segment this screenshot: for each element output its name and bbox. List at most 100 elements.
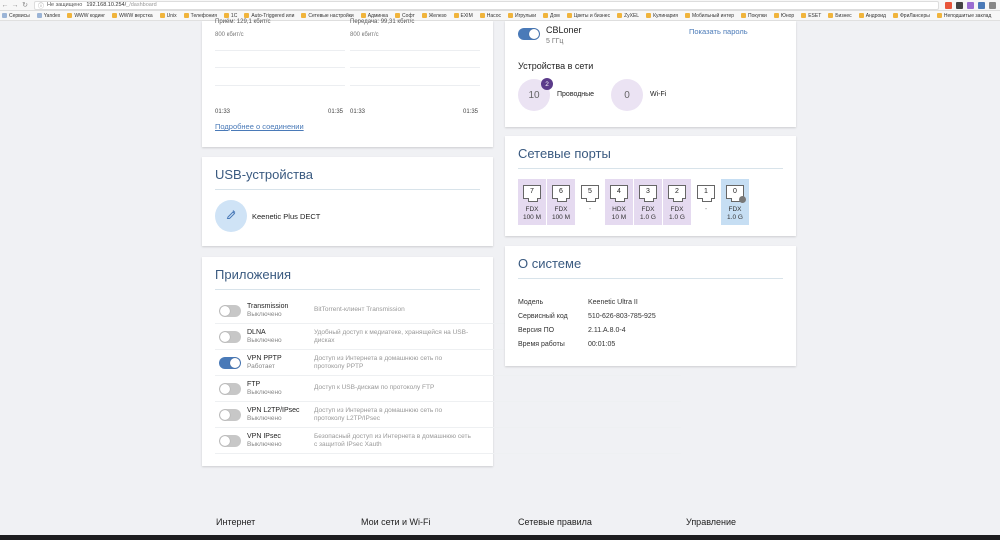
bookmark-item[interactable]: Yandex	[36, 12, 61, 19]
bookmark-label: Yandex	[43, 12, 61, 19]
wifi-devices-circle[interactable]: 0	[611, 79, 643, 111]
bookmark-item[interactable]: Unix	[159, 12, 177, 19]
app-toggle[interactable]	[219, 435, 241, 447]
bookmark-item[interactable]: Железо	[421, 12, 447, 19]
ports-title: Сетевые порты	[518, 146, 611, 161]
bookmark-label: Сервисы	[9, 12, 30, 19]
port-duplex: -	[588, 206, 592, 213]
wired-badge: 2	[541, 78, 553, 90]
divider	[518, 278, 783, 279]
bookmark-item[interactable]: WWW верстка	[112, 13, 153, 19]
bookmark-item[interactable]: Софт	[395, 13, 415, 19]
ethernet-port-icon: 1	[697, 185, 715, 202]
bookmark-label: Софт	[402, 12, 415, 19]
app-toggle[interactable]	[219, 305, 241, 317]
port-speed: 100 M	[522, 214, 542, 221]
app-toggle[interactable]	[219, 357, 241, 369]
port-7[interactable]: 7 FDX 100 M	[518, 179, 546, 225]
bookmark-item[interactable]: Андроид	[858, 13, 886, 19]
port-0[interactable]: 0 FDX 1.0 G	[721, 179, 749, 225]
bookmark-item[interactable]: 1С	[223, 13, 237, 19]
system-key: Версия ПО	[518, 327, 555, 334]
bookmark-item[interactable]: Телефония	[183, 13, 217, 19]
tx-header: Передача: 99,31 кбит/с	[350, 19, 415, 25]
bookmark-label: Unix	[166, 12, 177, 19]
url-text: 192.168.10.254/_/dashboard	[86, 2, 156, 8]
wifi-toggle[interactable]	[518, 28, 540, 40]
footer-internet[interactable]: Интернет	[216, 517, 255, 527]
bookmark-item[interactable]: Кулинария	[646, 13, 678, 19]
port-4[interactable]: 4 HDX 10 M	[605, 179, 633, 225]
bookmark-item[interactable]: ZyXEL	[617, 13, 639, 19]
ports-card: Сетевые порты 7 FDX 100 M 6 FDX 100 M 5-4 HDX 10…	[505, 136, 796, 236]
port-duplex: FDX	[728, 206, 742, 213]
globe-icon	[739, 196, 746, 203]
info-icon[interactable]: ⓘ	[38, 1, 44, 10]
bookmark-item[interactable]: EXIM	[453, 13, 473, 19]
devices-title: Устройства в сети	[518, 61, 594, 71]
bookmark-item[interactable]: Сервисы	[2, 13, 30, 19]
site-icon	[36, 13, 42, 18]
extension-icon[interactable]	[978, 1, 985, 9]
apps-title: Приложения	[215, 267, 292, 282]
bookmark-item[interactable]: Покупки	[741, 13, 767, 19]
bookmark-item[interactable]: Мобильный интер	[684, 13, 734, 19]
toggle-knob	[220, 332, 230, 342]
extension-icon[interactable]	[956, 1, 963, 9]
bookmark-item[interactable]: Админка	[360, 13, 388, 19]
folder-icon	[684, 13, 690, 18]
address-bar[interactable]: ⓘ Не защищено 192.168.10.254/_/dashboard	[34, 0, 939, 10]
footer-management[interactable]: Управление	[686, 517, 736, 527]
bookmark-item[interactable]: ФриЛансеры	[892, 13, 930, 19]
port-1[interactable]: 1-	[692, 179, 720, 225]
divider	[215, 189, 480, 190]
app-state: Работает	[247, 363, 275, 370]
bookmark-item[interactable]: Насос	[479, 13, 501, 19]
bookmark-item[interactable]: Юнор	[773, 13, 794, 19]
system-card: О системе Модель Keenetic Ultra II Сервисн…	[505, 246, 796, 366]
bookmark-item[interactable]: Бизнес	[828, 12, 852, 19]
bookmark-item[interactable]: Цветы и бизнес	[566, 13, 610, 19]
port-5[interactable]: 5-	[576, 179, 604, 225]
bookmark-item[interactable]: Игрульки	[507, 13, 536, 19]
divider	[215, 289, 480, 290]
bookmark-item[interactable]: Дом	[543, 13, 560, 19]
browser-toolbar: ← → ↻ ⓘ Не защищено 192.168.10.254/_/das…	[0, 0, 1000, 11]
grid-line	[215, 85, 345, 86]
port-3[interactable]: 3 FDX 1.0 G	[634, 179, 662, 225]
ethernet-port-icon: 6	[552, 185, 570, 202]
bookmark-item[interactable]: Сетевые настройки	[301, 13, 354, 19]
app-toggle[interactable]	[219, 409, 241, 421]
folder-icon	[223, 13, 229, 18]
footer-my-networks[interactable]: Мои сети и Wi-Fi	[361, 517, 431, 527]
bookmark-item[interactable]: ESET	[801, 13, 821, 19]
usb-device-circle[interactable]	[215, 200, 247, 232]
bookmark-label: Железо	[428, 12, 447, 19]
forward-icon[interactable]: →	[10, 2, 20, 9]
bookmark-item[interactable]: Неподшитые заклад	[936, 13, 991, 19]
ethernet-port-icon: 3	[639, 185, 657, 202]
port-6[interactable]: 6 FDX 100 M	[547, 179, 575, 225]
usb-device-name[interactable]: Keenetic Plus DECT	[252, 212, 320, 221]
menu-icon[interactable]	[989, 1, 996, 9]
extension-icon[interactable]	[967, 1, 974, 9]
app-state: Выключено	[247, 415, 282, 422]
app-name: VPN PPTP	[247, 355, 282, 362]
bookmark-item[interactable]: Auto-Triggered или	[244, 13, 294, 19]
taskbar	[0, 535, 1000, 540]
bookmark-item[interactable]: WWW кодинг	[67, 13, 105, 19]
connection-details-link[interactable]: Подробнее о соединении	[215, 122, 304, 131]
bookmark-label: Бизнес	[835, 12, 852, 19]
extension-icon[interactable]	[945, 1, 952, 9]
tx-scale: 800 кбит/с	[350, 32, 379, 38]
bookmark-label: Кулинария	[653, 12, 678, 19]
bookmark-label: Дом	[550, 12, 560, 19]
show-password-link[interactable]: Показать пароль	[689, 27, 748, 36]
app-toggle[interactable]	[219, 383, 241, 395]
footer-network-rules[interactable]: Сетевые правила	[518, 517, 592, 527]
back-icon[interactable]: ←	[0, 2, 10, 9]
reload-icon[interactable]: ↻	[20, 1, 30, 9]
usb-title: USB-устройства	[215, 167, 314, 182]
app-toggle[interactable]	[219, 331, 241, 343]
port-2[interactable]: 2 FDX 1.0 G	[663, 179, 691, 225]
